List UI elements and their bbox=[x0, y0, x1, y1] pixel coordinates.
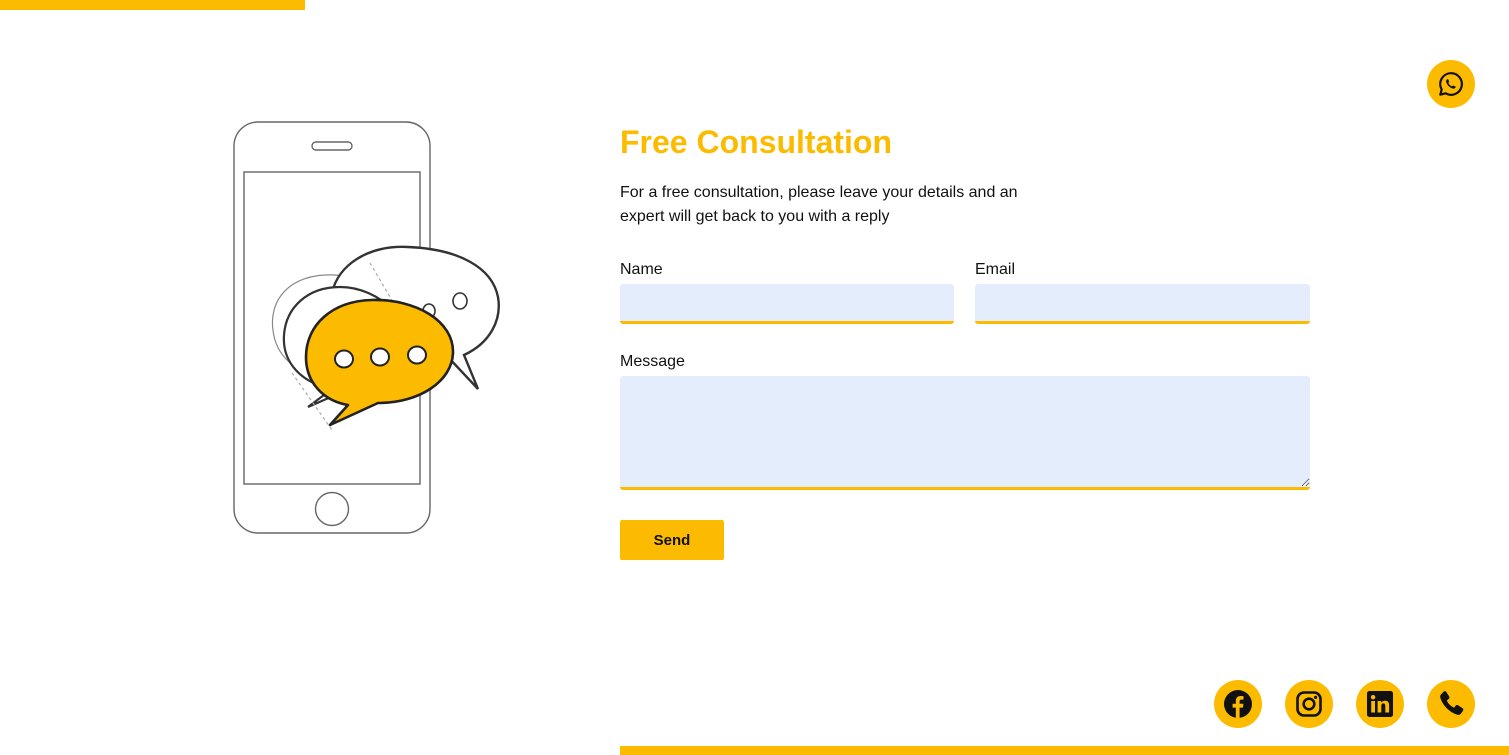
send-button[interactable]: Send bbox=[620, 520, 724, 560]
top-accent-bar bbox=[0, 0, 305, 10]
name-field[interactable] bbox=[620, 284, 954, 324]
message-field[interactable] bbox=[620, 376, 1310, 490]
facebook-link[interactable] bbox=[1214, 680, 1262, 728]
facebook-icon bbox=[1224, 690, 1252, 718]
linkedin-icon bbox=[1367, 691, 1393, 717]
yellow-chat-bubble bbox=[304, 298, 455, 427]
page-title: Free Consultation bbox=[620, 124, 893, 160]
message-label: Message bbox=[620, 353, 685, 370]
email-field[interactable] bbox=[975, 284, 1310, 324]
linkedin-link[interactable] bbox=[1356, 680, 1404, 728]
whatsapp-icon bbox=[1439, 72, 1463, 96]
email-label: Email bbox=[975, 261, 1016, 278]
contact-page: Free Consultation For a free consultatio… bbox=[0, 0, 1509, 755]
whatsapp-button[interactable] bbox=[1427, 60, 1475, 108]
intro-text: For a free consultation, please leave yo… bbox=[620, 184, 1018, 225]
instagram-icon bbox=[1296, 691, 1322, 717]
phone-link[interactable] bbox=[1427, 680, 1475, 728]
name-label: Name bbox=[620, 261, 663, 278]
phone-chat-illustration bbox=[220, 115, 520, 545]
phone-icon bbox=[1440, 691, 1464, 715]
instagram-link[interactable] bbox=[1285, 680, 1333, 728]
bottom-accent-bar bbox=[620, 746, 1509, 755]
